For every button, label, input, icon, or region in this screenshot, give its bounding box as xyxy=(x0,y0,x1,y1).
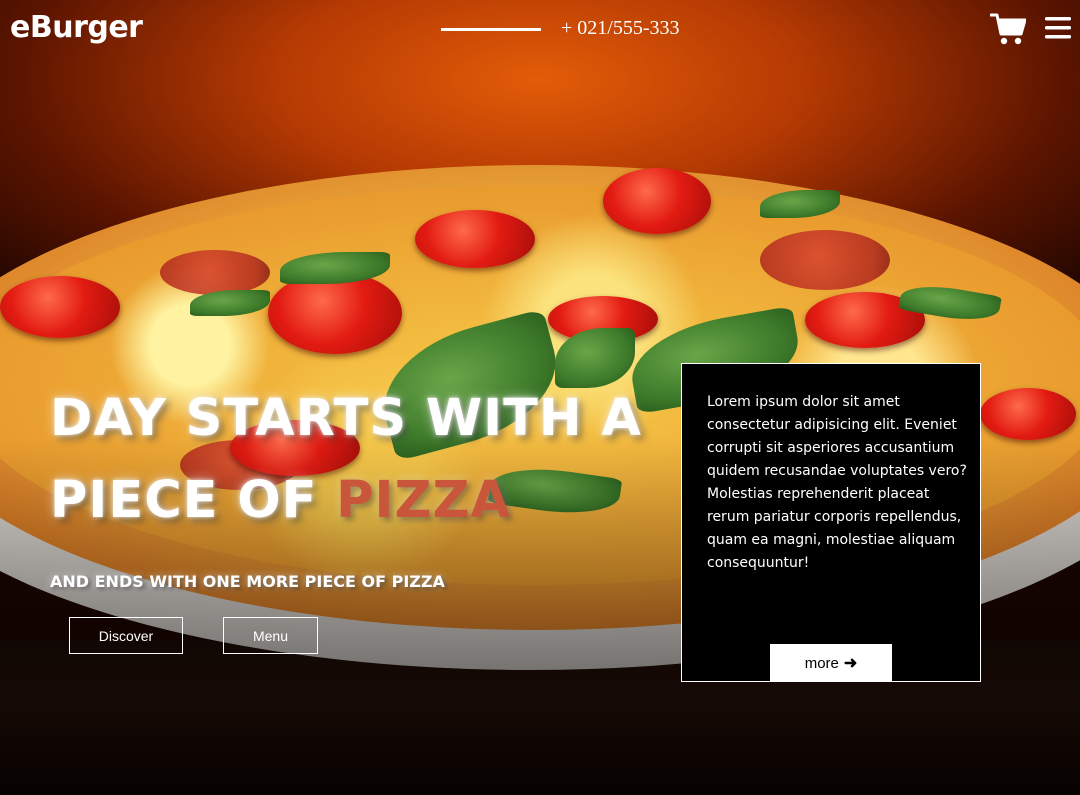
hero-subheadline: AND ENDS WITH ONE MORE PIECE OF PIZZA xyxy=(50,572,445,591)
discover-button[interactable]: Discover xyxy=(69,617,183,654)
headline-line-1: DAY STARTS WITH A xyxy=(50,389,642,448)
phone-number[interactable]: + 021/555-333 xyxy=(561,17,680,40)
hamburger-menu-icon[interactable] xyxy=(1045,16,1071,40)
headline-accent-word: PIZZA xyxy=(336,471,511,530)
headline-prefix: PIECE OF xyxy=(50,471,337,530)
info-card-text: Lorem ipsum dolor sit amet consectetur a… xyxy=(707,394,967,571)
headline-line-2: PIECE OF PIZZA xyxy=(50,460,690,542)
info-card: Lorem ipsum dolor sit amet consectetur a… xyxy=(681,363,981,682)
arrow-right-icon: ➜ xyxy=(843,655,858,672)
cart-icon[interactable] xyxy=(990,12,1026,46)
phone-divider-line xyxy=(441,28,541,31)
more-button-label: more xyxy=(804,654,839,672)
more-button[interactable]: more ➜ xyxy=(770,644,892,682)
site-logo[interactable]: eBurger xyxy=(10,10,143,45)
menu-button[interactable]: Menu xyxy=(223,617,318,654)
hero-headline: DAY STARTS WITH A PIECE OF PIZZA xyxy=(50,378,690,542)
